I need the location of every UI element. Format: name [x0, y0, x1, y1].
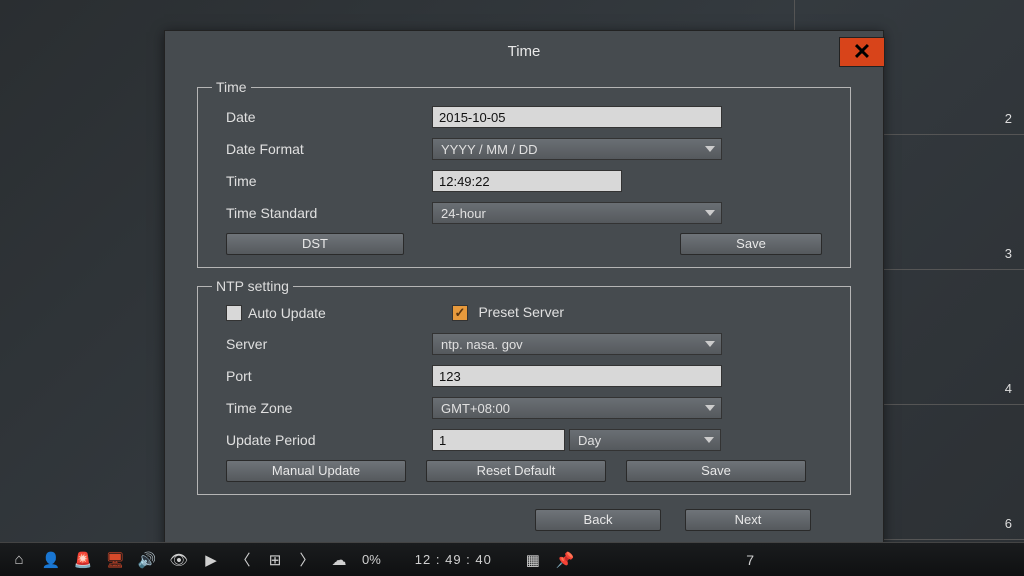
qr-icon[interactable]: ▦ — [524, 551, 542, 569]
time-legend: Time — [212, 79, 251, 95]
play-icon[interactable]: ▶ — [202, 551, 220, 569]
eye-icon[interactable]: 👁 — [170, 551, 188, 569]
taskbar: ⌂ 👤 🚨 🖥 🔊 👁 ▶ 〈 ⊞ 〉 ☁ 0% 12 : 49 : 40 ▦ … — [0, 542, 1024, 576]
time-standard-value: 24-hour — [441, 206, 486, 221]
channel-number: 2 — [1005, 111, 1012, 126]
prev-icon[interactable]: 〈 — [234, 551, 252, 569]
save-ntp-button[interactable]: Save — [626, 460, 806, 482]
time-standard-label: Time Standard — [212, 205, 432, 221]
channel-number: 6 — [1005, 516, 1012, 531]
server-value: ntp. nasa. gov — [441, 337, 523, 352]
home-icon[interactable]: ⌂ — [10, 551, 28, 569]
reset-default-button[interactable]: Reset Default — [426, 460, 606, 482]
date-format-dropdown[interactable]: YYYY / MM / DD — [432, 138, 722, 160]
port-label: Port — [212, 368, 432, 384]
taskbar-time: 12 : 49 : 40 — [415, 552, 492, 567]
port-input[interactable] — [432, 365, 722, 387]
update-period-label: Update Period — [212, 432, 432, 448]
date-format-value: YYYY / MM / DD — [441, 142, 538, 157]
preset-server-checkbox[interactable]: ✓ — [452, 305, 468, 321]
channel-number: 4 — [1005, 381, 1012, 396]
alarm-icon[interactable]: 🚨 — [74, 551, 92, 569]
channel-number: 3 — [1005, 246, 1012, 261]
date-format-label: Date Format — [212, 141, 432, 157]
timezone-label: Time Zone — [212, 400, 432, 416]
close-button[interactable]: ✕ — [839, 37, 885, 67]
chevron-down-icon — [704, 437, 714, 443]
active-channel: 7 — [746, 552, 754, 568]
chevron-down-icon — [705, 146, 715, 152]
save-time-button[interactable]: Save — [680, 233, 822, 255]
pin-icon[interactable]: 📌 — [556, 551, 574, 569]
timezone-value: GMT+08:00 — [441, 401, 510, 416]
time-standard-dropdown[interactable]: 24-hour — [432, 202, 722, 224]
update-period-input[interactable] — [432, 429, 565, 451]
dst-button[interactable]: DST — [226, 233, 404, 255]
back-button[interactable]: Back — [535, 509, 661, 531]
time-settings-dialog: Time ✕ Time Date Date Format YYYY / MM /… — [164, 30, 884, 550]
close-icon: ✕ — [853, 31, 871, 73]
ntp-legend: NTP setting — [212, 278, 293, 294]
auto-update-label: Auto Update — [248, 305, 326, 321]
auto-update-checkbox[interactable] — [226, 305, 242, 321]
speaker-icon[interactable]: 🔊 — [138, 551, 156, 569]
user-icon[interactable]: 👤 — [42, 551, 60, 569]
ntp-fieldset: NTP setting Auto Update ✓ Preset Server … — [197, 278, 851, 495]
volume-percent: 0% — [362, 552, 381, 567]
update-period-unit: Day — [578, 433, 601, 448]
time-input[interactable] — [432, 170, 622, 192]
date-input[interactable] — [432, 106, 722, 128]
server-label: Server — [212, 336, 432, 352]
date-label: Date — [212, 109, 432, 125]
server-dropdown[interactable]: ntp. nasa. gov — [432, 333, 722, 355]
check-icon: ✓ — [455, 305, 466, 321]
time-label: Time — [212, 173, 432, 189]
timezone-dropdown[interactable]: GMT+08:00 — [432, 397, 722, 419]
network-icon[interactable]: 🖥 — [106, 551, 124, 569]
dialog-title: Time — [508, 43, 541, 60]
layout-icon[interactable]: ⊞ — [266, 551, 284, 569]
cloud-icon[interactable]: ☁ — [330, 551, 348, 569]
next-icon[interactable]: 〉 — [298, 551, 316, 569]
manual-update-button[interactable]: Manual Update — [226, 460, 406, 482]
chevron-down-icon — [705, 405, 715, 411]
preset-server-label: Preset Server — [478, 304, 564, 320]
chevron-down-icon — [705, 210, 715, 216]
next-button[interactable]: Next — [685, 509, 811, 531]
dialog-titlebar: Time ✕ — [165, 31, 883, 73]
chevron-down-icon — [705, 341, 715, 347]
update-period-unit-dropdown[interactable]: Day — [569, 429, 721, 451]
time-fieldset: Time Date Date Format YYYY / MM / DD Tim… — [197, 79, 851, 268]
